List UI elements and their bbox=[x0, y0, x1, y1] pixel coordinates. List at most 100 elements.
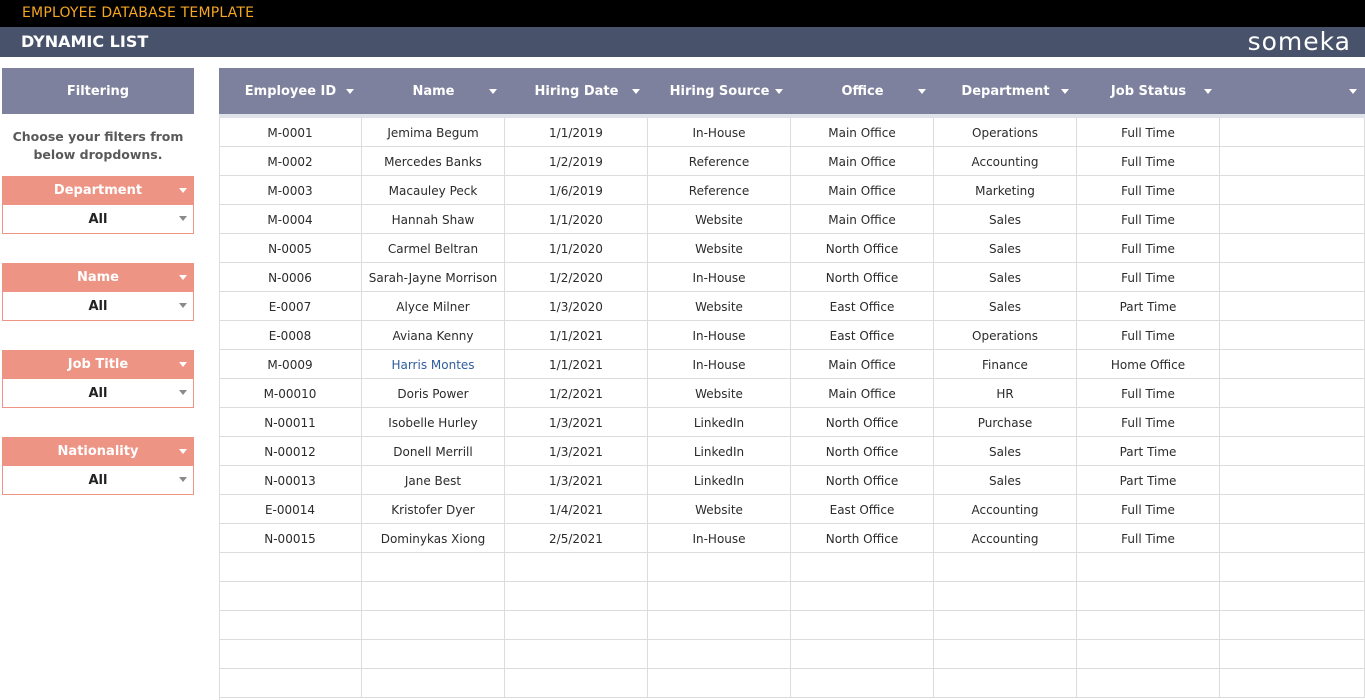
table-cell[interactable]: Finance bbox=[934, 350, 1077, 379]
table-cell[interactable] bbox=[362, 640, 505, 669]
table-cell[interactable]: Main Office bbox=[791, 147, 934, 176]
table-cell[interactable] bbox=[1220, 466, 1365, 495]
table-cell[interactable]: Marketing bbox=[934, 176, 1077, 205]
table-cell[interactable]: Jemima Begum bbox=[362, 118, 505, 147]
table-cell[interactable] bbox=[934, 553, 1077, 582]
table-cell[interactable]: North Office bbox=[791, 408, 934, 437]
table-cell[interactable]: Main Office bbox=[791, 176, 934, 205]
table-cell[interactable] bbox=[219, 611, 362, 640]
table-cell[interactable] bbox=[934, 669, 1077, 698]
table-cell[interactable] bbox=[934, 611, 1077, 640]
table-cell[interactable]: Full Time bbox=[1077, 408, 1220, 437]
table-cell[interactable] bbox=[362, 553, 505, 582]
table-cell[interactable]: 1/1/2020 bbox=[505, 205, 648, 234]
column-header-employee-id[interactable]: Employee ID bbox=[219, 68, 362, 114]
table-cell[interactable] bbox=[505, 669, 648, 698]
table-cell[interactable]: Aviana Kenny bbox=[362, 321, 505, 350]
table-cell[interactable]: Full Time bbox=[1077, 321, 1220, 350]
filter-dropdown-icon[interactable] bbox=[632, 89, 640, 94]
table-cell[interactable]: Sarah-Jayne Morrison bbox=[362, 263, 505, 292]
table-cell[interactable]: In-House bbox=[648, 321, 791, 350]
table-cell[interactable]: Full Time bbox=[1077, 379, 1220, 408]
table-cell[interactable]: Sales bbox=[934, 263, 1077, 292]
table-cell[interactable]: North Office bbox=[791, 524, 934, 553]
filter-dropdown-icon[interactable] bbox=[1061, 89, 1069, 94]
table-cell[interactable]: Full Time bbox=[1077, 147, 1220, 176]
column-header-hiring-source[interactable]: Hiring Source bbox=[648, 68, 791, 114]
table-cell[interactable] bbox=[1220, 292, 1365, 321]
column-header-hiring-date[interactable]: Hiring Date bbox=[505, 68, 648, 114]
table-cell[interactable]: Main Office bbox=[791, 205, 934, 234]
table-cell[interactable]: 1/2/2020 bbox=[505, 263, 648, 292]
table-cell[interactable]: Website bbox=[648, 292, 791, 321]
table-cell[interactable]: Carmel Beltran bbox=[362, 234, 505, 263]
table-cell[interactable]: 1/1/2020 bbox=[505, 234, 648, 263]
table-cell[interactable]: In-House bbox=[648, 118, 791, 147]
table-cell[interactable] bbox=[1220, 669, 1365, 698]
table-cell[interactable]: Purchase bbox=[934, 408, 1077, 437]
table-cell[interactable]: E-0008 bbox=[219, 321, 362, 350]
table-cell[interactable]: 1/3/2020 bbox=[505, 292, 648, 321]
table-cell[interactable] bbox=[219, 553, 362, 582]
table-cell[interactable] bbox=[1220, 321, 1365, 350]
column-header-office[interactable]: Office bbox=[791, 68, 934, 114]
table-cell[interactable]: Part Time bbox=[1077, 466, 1220, 495]
table-cell[interactable] bbox=[1220, 147, 1365, 176]
table-cell[interactable]: N-0006 bbox=[219, 263, 362, 292]
table-cell[interactable]: Sales bbox=[934, 466, 1077, 495]
filter-name-header[interactable]: Name bbox=[2, 263, 194, 292]
table-cell[interactable] bbox=[1220, 553, 1365, 582]
table-cell[interactable]: 1/2/2019 bbox=[505, 147, 648, 176]
table-cell[interactable]: Kristofer Dyer bbox=[362, 495, 505, 524]
chevron-down-icon[interactable] bbox=[179, 477, 187, 482]
table-cell[interactable]: LinkedIn bbox=[648, 437, 791, 466]
filter-dropdown-icon[interactable] bbox=[489, 89, 497, 94]
table-cell[interactable]: Website bbox=[648, 234, 791, 263]
table-cell[interactable] bbox=[791, 669, 934, 698]
table-cell[interactable]: M-00010 bbox=[219, 379, 362, 408]
table-cell[interactable]: Accounting bbox=[934, 495, 1077, 524]
table-cell[interactable] bbox=[648, 640, 791, 669]
table-cell[interactable]: E-00014 bbox=[219, 495, 362, 524]
table-cell[interactable] bbox=[1220, 640, 1365, 669]
table-cell[interactable]: M-0001 bbox=[219, 118, 362, 147]
filter-department-header[interactable]: Department bbox=[2, 176, 194, 205]
table-cell[interactable] bbox=[1220, 379, 1365, 408]
table-cell[interactable]: M-0009 bbox=[219, 350, 362, 379]
table-cell[interactable]: Full Time bbox=[1077, 495, 1220, 524]
table-cell[interactable]: Donell Merrill bbox=[362, 437, 505, 466]
table-cell[interactable] bbox=[219, 640, 362, 669]
table-cell[interactable]: Part Time bbox=[1077, 437, 1220, 466]
table-cell[interactable]: 1/4/2021 bbox=[505, 495, 648, 524]
table-cell[interactable]: 1/3/2021 bbox=[505, 408, 648, 437]
table-cell[interactable] bbox=[791, 553, 934, 582]
table-cell[interactable]: Sales bbox=[934, 292, 1077, 321]
dropdown-arrow-icon[interactable] bbox=[179, 275, 187, 280]
table-cell[interactable] bbox=[505, 553, 648, 582]
table-cell[interactable]: Full Time bbox=[1077, 524, 1220, 553]
table-cell[interactable]: Alyce Milner bbox=[362, 292, 505, 321]
table-cell[interactable]: 2/5/2021 bbox=[505, 524, 648, 553]
table-cell[interactable]: M-0004 bbox=[219, 205, 362, 234]
filter-department-dropdown[interactable]: All bbox=[2, 205, 194, 234]
column-header-name[interactable]: Name bbox=[362, 68, 505, 114]
filter-name-dropdown[interactable]: All bbox=[2, 292, 194, 321]
filter-dropdown-icon[interactable] bbox=[775, 89, 783, 94]
table-cell[interactable] bbox=[1220, 524, 1365, 553]
filter-dropdown-icon[interactable] bbox=[918, 89, 926, 94]
table-cell[interactable]: Accounting bbox=[934, 524, 1077, 553]
table-cell[interactable]: Hannah Shaw bbox=[362, 205, 505, 234]
table-cell[interactable] bbox=[1077, 640, 1220, 669]
table-cell[interactable]: Sales bbox=[934, 437, 1077, 466]
table-cell[interactable]: Isobelle Hurley bbox=[362, 408, 505, 437]
table-cell[interactable]: Doris Power bbox=[362, 379, 505, 408]
table-cell[interactable] bbox=[362, 669, 505, 698]
table-cell[interactable] bbox=[219, 669, 362, 698]
table-cell[interactable]: Main Office bbox=[791, 118, 934, 147]
table-cell[interactable]: E-0007 bbox=[219, 292, 362, 321]
table-cell[interactable]: Website bbox=[648, 205, 791, 234]
table-cell[interactable]: Accounting bbox=[934, 147, 1077, 176]
table-cell[interactable]: Full Time bbox=[1077, 234, 1220, 263]
table-cell[interactable] bbox=[648, 669, 791, 698]
table-cell[interactable] bbox=[934, 640, 1077, 669]
